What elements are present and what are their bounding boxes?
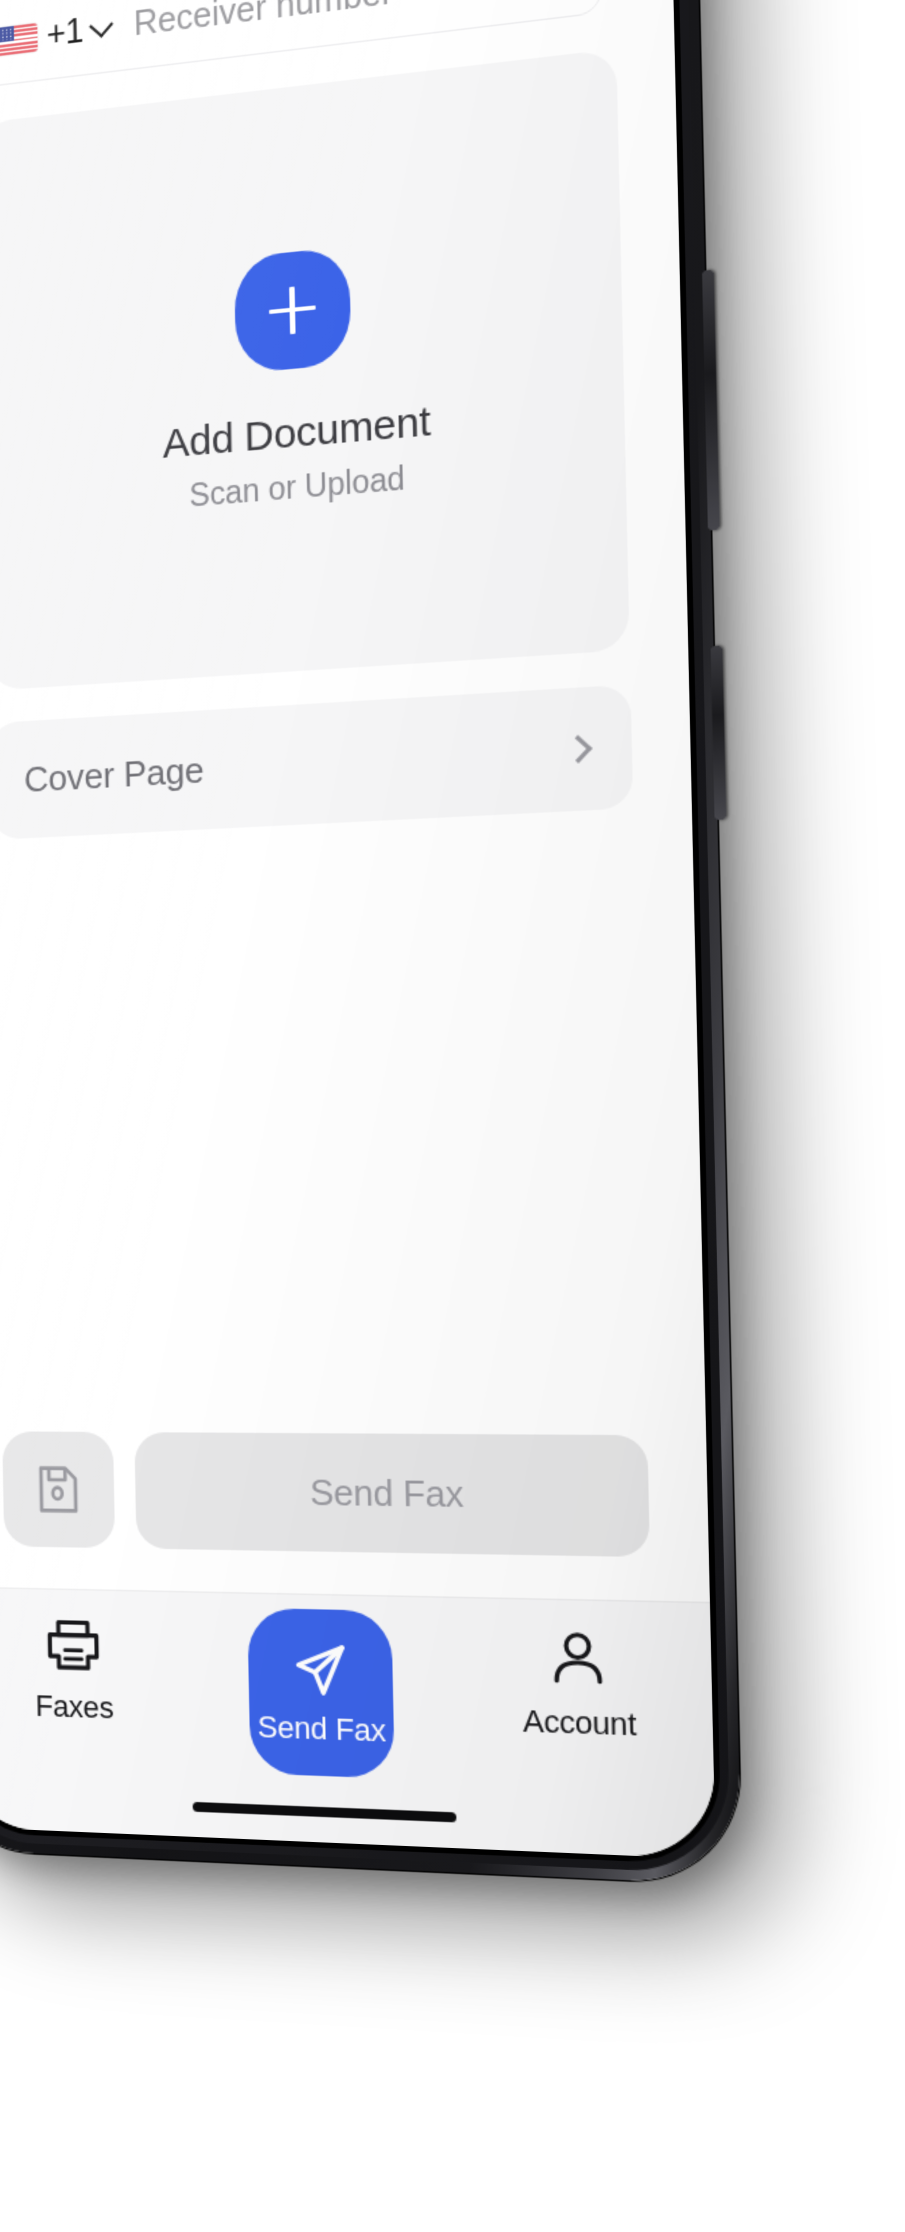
paper-plane-icon [288, 1637, 353, 1704]
cover-page-label: Cover Page [23, 748, 205, 800]
country-code-selector[interactable]: +1 [0, 8, 114, 61]
bottom-tab-bar: Faxes Send Fax Account [0, 1586, 716, 1860]
iphone-device: 9:41 [0, 0, 742, 1886]
screenshot-stage: 9:41 [0, 0, 905, 2232]
tab-faxes[interactable]: Faxes [0, 1612, 197, 1729]
tab-account[interactable]: Account [447, 1624, 714, 1747]
save-file-icon [30, 1460, 87, 1518]
add-document-title: Add Document [162, 397, 431, 467]
tab-label-account: Account [522, 1702, 637, 1743]
tab-active-pill: Send Fax [247, 1607, 395, 1779]
chevron-right-icon [563, 735, 593, 764]
chevron-down-icon [88, 12, 114, 38]
main-content: +1 Receiver number Add Document Scan or … [0, 0, 710, 1602]
perspective-wrapper: 9:41 [0, 0, 905, 2232]
plus-icon [269, 284, 317, 336]
home-indicator [192, 1801, 457, 1823]
tab-label-faxes: Faxes [35, 1688, 114, 1726]
send-fax-button[interactable]: Send Fax [134, 1432, 650, 1558]
tab-send-fax[interactable]: Send Fax [194, 1607, 449, 1781]
add-document-subtitle: Scan or Upload [188, 459, 406, 513]
action-bar: Send Fax [2, 1431, 651, 1600]
receiver-number-input[interactable] [133, 0, 580, 45]
send-fax-label: Send Fax [309, 1470, 464, 1515]
printer-icon [41, 1614, 106, 1676]
us-flag-icon [0, 22, 38, 56]
user-icon [544, 1626, 612, 1691]
